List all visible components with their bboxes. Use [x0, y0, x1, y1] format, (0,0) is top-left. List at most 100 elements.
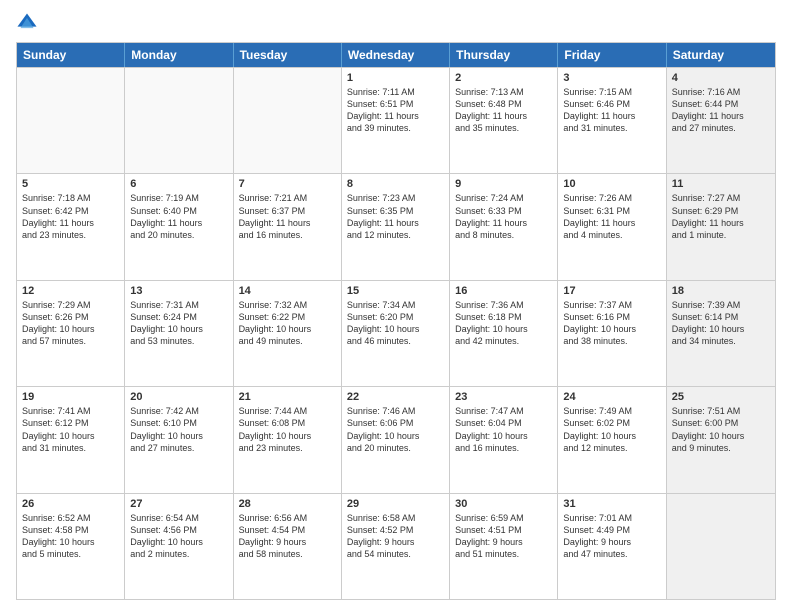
- header-day-wednesday: Wednesday: [342, 43, 450, 67]
- cell-info: Sunrise: 7:39 AM Sunset: 6:14 PM Dayligh…: [672, 299, 770, 348]
- calendar-cell-3-0: 19 Sunrise: 7:41 AM Sunset: 6:12 PM Dayli…: [17, 387, 125, 492]
- header-day-saturday: Saturday: [667, 43, 775, 67]
- header: [16, 12, 776, 34]
- day-number: 28: [239, 498, 336, 510]
- cell-info: Sunrise: 7:51 AM Sunset: 6:00 PM Dayligh…: [672, 405, 770, 454]
- day-number: 6: [130, 178, 227, 190]
- calendar-cell-0-4: 2 Sunrise: 7:13 AM Sunset: 6:48 PM Daylig…: [450, 68, 558, 173]
- calendar-cell-3-5: 24Sunrise: 7:49 AM Sunset: 6:02 PM Dayli…: [558, 387, 666, 492]
- calendar-cell-1-4: 9 Sunrise: 7:24 AM Sunset: 6:33 PM Daylig…: [450, 174, 558, 279]
- header-day-thursday: Thursday: [450, 43, 558, 67]
- calendar-row-4: 26 Sunrise: 6:52 AM Sunset: 4:58 PM Dayli…: [17, 493, 775, 599]
- cell-info: Sunrise: 7:34 AM Sunset: 6:20 PM Dayligh…: [347, 299, 444, 348]
- calendar-cell-2-0: 12Sunrise: 7:29 AM Sunset: 6:26 PM Dayli…: [17, 281, 125, 386]
- calendar-cell-4-2: 28 Sunrise: 6:56 AM Sunset: 4:54 PM Dayli…: [234, 494, 342, 599]
- day-number: 25: [672, 391, 770, 403]
- day-number: 22: [347, 391, 444, 403]
- calendar-cell-3-1: 20Sunrise: 7:42 AM Sunset: 6:10 PM Dayli…: [125, 387, 233, 492]
- cell-info: Sunrise: 6:58 AM Sunset: 4:52 PM Dayligh…: [347, 512, 444, 561]
- calendar-cell-1-5: 10Sunrise: 7:26 AM Sunset: 6:31 PM Dayli…: [558, 174, 666, 279]
- cell-info: Sunrise: 7:44 AM Sunset: 6:08 PM Dayligh…: [239, 405, 336, 454]
- day-number: 18: [672, 285, 770, 297]
- day-number: 7: [239, 178, 336, 190]
- calendar-cell-3-6: 25 Sunrise: 7:51 AM Sunset: 6:00 PM Dayli…: [667, 387, 775, 492]
- calendar-cell-1-6: 11 Sunrise: 7:27 AM Sunset: 6:29 PM Dayli…: [667, 174, 775, 279]
- calendar-cell-3-4: 23Sunrise: 7:47 AM Sunset: 6:04 PM Dayli…: [450, 387, 558, 492]
- calendar-row-3: 19 Sunrise: 7:41 AM Sunset: 6:12 PM Dayli…: [17, 386, 775, 492]
- cell-info: Sunrise: 7:46 AM Sunset: 6:06 PM Dayligh…: [347, 405, 444, 454]
- calendar-row-2: 12Sunrise: 7:29 AM Sunset: 6:26 PM Dayli…: [17, 280, 775, 386]
- calendar: SundayMondayTuesdayWednesdayThursdayFrid…: [16, 42, 776, 600]
- calendar-header: SundayMondayTuesdayWednesdayThursdayFrid…: [17, 43, 775, 67]
- calendar-cell-4-4: 30 Sunrise: 6:59 AM Sunset: 4:51 PM Dayli…: [450, 494, 558, 599]
- cell-info: Sunrise: 7:01 AM Sunset: 4:49 PM Dayligh…: [563, 512, 660, 561]
- day-number: 5: [22, 178, 119, 190]
- cell-info: Sunrise: 7:21 AM Sunset: 6:37 PM Dayligh…: [239, 192, 336, 241]
- day-number: 14: [239, 285, 336, 297]
- calendar-cell-1-2: 7 Sunrise: 7:21 AM Sunset: 6:37 PM Daylig…: [234, 174, 342, 279]
- cell-info: Sunrise: 6:54 AM Sunset: 4:56 PM Dayligh…: [130, 512, 227, 561]
- calendar-cell-4-5: 31 Sunrise: 7:01 AM Sunset: 4:49 PM Dayli…: [558, 494, 666, 599]
- calendar-cell-0-5: 3 Sunrise: 7:15 AM Sunset: 6:46 PM Daylig…: [558, 68, 666, 173]
- day-number: 30: [455, 498, 552, 510]
- cell-info: Sunrise: 6:52 AM Sunset: 4:58 PM Dayligh…: [22, 512, 119, 561]
- day-number: 15: [347, 285, 444, 297]
- cell-info: Sunrise: 7:13 AM Sunset: 6:48 PM Dayligh…: [455, 86, 552, 135]
- cell-info: Sunrise: 7:27 AM Sunset: 6:29 PM Dayligh…: [672, 192, 770, 241]
- cell-info: Sunrise: 7:49 AM Sunset: 6:02 PM Dayligh…: [563, 405, 660, 454]
- day-number: 23: [455, 391, 552, 403]
- calendar-cell-2-5: 17 Sunrise: 7:37 AM Sunset: 6:16 PM Dayli…: [558, 281, 666, 386]
- calendar-cell-0-2: [234, 68, 342, 173]
- day-number: 16: [455, 285, 552, 297]
- cell-info: Sunrise: 7:26 AM Sunset: 6:31 PM Dayligh…: [563, 192, 660, 241]
- day-number: 1: [347, 72, 444, 84]
- cell-info: Sunrise: 7:15 AM Sunset: 6:46 PM Dayligh…: [563, 86, 660, 135]
- calendar-cell-4-3: 29Sunrise: 6:58 AM Sunset: 4:52 PM Dayli…: [342, 494, 450, 599]
- header-day-sunday: Sunday: [17, 43, 125, 67]
- logo-icon: [16, 12, 38, 34]
- cell-info: Sunrise: 7:31 AM Sunset: 6:24 PM Dayligh…: [130, 299, 227, 348]
- day-number: 2: [455, 72, 552, 84]
- calendar-cell-3-3: 22 Sunrise: 7:46 AM Sunset: 6:06 PM Dayli…: [342, 387, 450, 492]
- day-number: 31: [563, 498, 660, 510]
- calendar-cell-4-0: 26 Sunrise: 6:52 AM Sunset: 4:58 PM Dayli…: [17, 494, 125, 599]
- calendar-cell-0-3: 1 Sunrise: 7:11 AM Sunset: 6:51 PM Daylig…: [342, 68, 450, 173]
- calendar-cell-0-1: [125, 68, 233, 173]
- day-number: 19: [22, 391, 119, 403]
- cell-info: Sunrise: 7:41 AM Sunset: 6:12 PM Dayligh…: [22, 405, 119, 454]
- calendar-cell-2-3: 15 Sunrise: 7:34 AM Sunset: 6:20 PM Dayli…: [342, 281, 450, 386]
- calendar-cell-4-6: [667, 494, 775, 599]
- header-day-tuesday: Tuesday: [234, 43, 342, 67]
- day-number: 4: [672, 72, 770, 84]
- cell-info: Sunrise: 7:16 AM Sunset: 6:44 PM Dayligh…: [672, 86, 770, 135]
- calendar-cell-1-1: 6 Sunrise: 7:19 AM Sunset: 6:40 PM Daylig…: [125, 174, 233, 279]
- cell-info: Sunrise: 7:11 AM Sunset: 6:51 PM Dayligh…: [347, 86, 444, 135]
- day-number: 21: [239, 391, 336, 403]
- day-number: 11: [672, 178, 770, 190]
- calendar-cell-1-3: 8Sunrise: 7:23 AM Sunset: 6:35 PM Daylig…: [342, 174, 450, 279]
- calendar-cell-3-2: 21 Sunrise: 7:44 AM Sunset: 6:08 PM Dayli…: [234, 387, 342, 492]
- cell-info: Sunrise: 7:37 AM Sunset: 6:16 PM Dayligh…: [563, 299, 660, 348]
- cell-info: Sunrise: 6:56 AM Sunset: 4:54 PM Dayligh…: [239, 512, 336, 561]
- cell-info: Sunrise: 7:24 AM Sunset: 6:33 PM Dayligh…: [455, 192, 552, 241]
- calendar-cell-2-4: 16 Sunrise: 7:36 AM Sunset: 6:18 PM Dayli…: [450, 281, 558, 386]
- page: SundayMondayTuesdayWednesdayThursdayFrid…: [0, 0, 792, 612]
- day-number: 17: [563, 285, 660, 297]
- day-number: 3: [563, 72, 660, 84]
- calendar-cell-4-1: 27Sunrise: 6:54 AM Sunset: 4:56 PM Dayli…: [125, 494, 233, 599]
- cell-info: Sunrise: 7:32 AM Sunset: 6:22 PM Dayligh…: [239, 299, 336, 348]
- logo: [16, 12, 42, 34]
- header-day-friday: Friday: [558, 43, 666, 67]
- cell-info: Sunrise: 6:59 AM Sunset: 4:51 PM Dayligh…: [455, 512, 552, 561]
- cell-info: Sunrise: 7:36 AM Sunset: 6:18 PM Dayligh…: [455, 299, 552, 348]
- day-number: 20: [130, 391, 227, 403]
- calendar-cell-0-6: 4 Sunrise: 7:16 AM Sunset: 6:44 PM Daylig…: [667, 68, 775, 173]
- calendar-body: 1 Sunrise: 7:11 AM Sunset: 6:51 PM Daylig…: [17, 67, 775, 599]
- day-number: 26: [22, 498, 119, 510]
- day-number: 8: [347, 178, 444, 190]
- cell-info: Sunrise: 7:19 AM Sunset: 6:40 PM Dayligh…: [130, 192, 227, 241]
- header-day-monday: Monday: [125, 43, 233, 67]
- calendar-row-1: 5Sunrise: 7:18 AM Sunset: 6:42 PM Daylig…: [17, 173, 775, 279]
- calendar-row-0: 1 Sunrise: 7:11 AM Sunset: 6:51 PM Daylig…: [17, 67, 775, 173]
- day-number: 9: [455, 178, 552, 190]
